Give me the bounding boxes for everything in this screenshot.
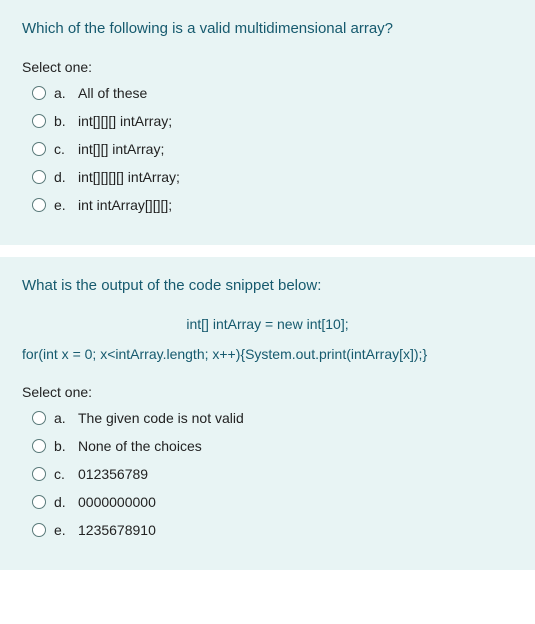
option-a[interactable]: a. All of these — [32, 85, 513, 101]
option-text: None of the choices — [72, 438, 202, 454]
option-letter: c. — [54, 466, 72, 482]
radio-icon[interactable] — [32, 439, 46, 453]
option-text: All of these — [72, 85, 147, 101]
question-block: Which of the following is a valid multid… — [0, 0, 535, 245]
options-list: a. All of these b. int[][][] intArray; c… — [22, 85, 513, 213]
option-c[interactable]: c. int[][] intArray; — [32, 141, 513, 157]
radio-icon[interactable] — [32, 198, 46, 212]
option-e[interactable]: e. 1235678910 — [32, 522, 513, 538]
question-prompt: Which of the following is a valid multid… — [22, 20, 513, 37]
radio-icon[interactable] — [32, 170, 46, 184]
radio-icon[interactable] — [32, 495, 46, 509]
radio-icon[interactable] — [32, 523, 46, 537]
option-letter: a. — [54, 85, 72, 101]
option-letter: d. — [54, 169, 72, 185]
question-block: What is the output of the code snippet b… — [0, 257, 535, 570]
option-letter: a. — [54, 410, 72, 426]
option-a[interactable]: a. The given code is not valid — [32, 410, 513, 426]
option-text: The given code is not valid — [72, 410, 244, 426]
question-prompt: What is the output of the code snippet b… — [22, 277, 513, 294]
option-c[interactable]: c. 012356789 — [32, 466, 513, 482]
option-d[interactable]: d. int[][][][] intArray; — [32, 169, 513, 185]
option-letter: c. — [54, 141, 72, 157]
option-text: int[][] intArray; — [72, 141, 164, 157]
select-one-label: Select one: — [22, 59, 513, 75]
option-e[interactable]: e. int intArray[][][]; — [32, 197, 513, 213]
radio-icon[interactable] — [32, 411, 46, 425]
option-b[interactable]: b. None of the choices — [32, 438, 513, 454]
option-letter: b. — [54, 113, 72, 129]
code-snippet-line: for(int x = 0; x<intArray.length; x++){S… — [22, 346, 513, 362]
option-text: int[][][] intArray; — [72, 113, 172, 129]
radio-icon[interactable] — [32, 467, 46, 481]
option-text: int[][][][] intArray; — [72, 169, 180, 185]
radio-icon[interactable] — [32, 114, 46, 128]
option-letter: d. — [54, 494, 72, 510]
option-text: 0000000000 — [72, 494, 156, 510]
option-letter: e. — [54, 197, 72, 213]
select-one-label: Select one: — [22, 384, 513, 400]
option-b[interactable]: b. int[][][] intArray; — [32, 113, 513, 129]
option-text: int intArray[][][]; — [72, 197, 172, 213]
option-text: 012356789 — [72, 466, 148, 482]
option-d[interactable]: d. 0000000000 — [32, 494, 513, 510]
code-snippet-center: int[] intArray = new int[10]; — [22, 316, 513, 332]
option-letter: b. — [54, 438, 72, 454]
option-text: 1235678910 — [72, 522, 156, 538]
radio-icon[interactable] — [32, 86, 46, 100]
option-letter: e. — [54, 522, 72, 538]
radio-icon[interactable] — [32, 142, 46, 156]
options-list: a. The given code is not valid b. None o… — [22, 410, 513, 538]
